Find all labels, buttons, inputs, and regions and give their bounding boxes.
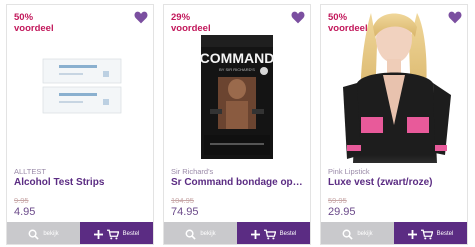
heart-icon[interactable] — [134, 11, 148, 24]
plus-icon — [93, 229, 103, 239]
plus-icon — [407, 229, 417, 239]
order-label: Bestel — [122, 231, 140, 237]
order-button[interactable]: Bestel — [80, 222, 153, 244]
heart-icon[interactable] — [448, 11, 462, 24]
discount-label: voordeel — [171, 23, 211, 34]
view-label: bekijk — [200, 231, 216, 237]
discount-label: voordeel — [14, 23, 54, 34]
order-label: Bestel — [436, 231, 454, 237]
discount-label: voordeel — [328, 23, 368, 34]
price: 4.95 — [14, 206, 36, 218]
order-button[interactable]: Bestel — [394, 222, 467, 244]
heart-icon[interactable] — [291, 11, 305, 24]
discount-badge: 50% voordeel — [14, 12, 54, 34]
product-brand: Pink Lipstick — [328, 167, 370, 176]
product-brand: Sir Richard's — [171, 167, 214, 176]
product-title[interactable]: Luxe vest (zwart/roze) — [328, 177, 464, 188]
order-label: Bestel — [279, 231, 297, 237]
discount-badge: 50% voordeel — [328, 12, 368, 34]
product-title[interactable]: Alcohol Test Strips — [14, 177, 150, 188]
svg-text:COMMAND: COMMAND — [200, 50, 275, 66]
cart-icon — [420, 229, 433, 239]
search-icon — [185, 229, 196, 240]
product-card[interactable]: COMMAND BY SIR RICHARD'S 29% voordeel Si… — [163, 4, 311, 245]
product-card[interactable]: 50% voordeel ALLTEST Alcohol Test Strips… — [6, 4, 154, 245]
view-label: bekijk — [43, 231, 59, 237]
product-card[interactable]: 50% voordeel Pink Lipstick Luxe vest (zw… — [320, 4, 468, 245]
old-price: 104.95 — [171, 196, 194, 205]
product-title[interactable]: Sr Command bondage ophanging — [171, 177, 307, 188]
search-icon — [342, 229, 353, 240]
cart-icon — [263, 229, 276, 239]
search-icon — [28, 229, 39, 240]
view-label: bekijk — [357, 231, 373, 237]
view-button[interactable]: bekijk — [164, 222, 237, 244]
discount-badge: 29% voordeel — [171, 12, 211, 34]
view-button[interactable]: bekijk — [321, 222, 394, 244]
view-button[interactable]: bekijk — [7, 222, 80, 244]
price: 74.95 — [171, 206, 199, 218]
plus-icon — [250, 229, 260, 239]
svg-text:BY SIR RICHARD'S: BY SIR RICHARD'S — [219, 67, 255, 72]
order-button[interactable]: Bestel — [237, 222, 310, 244]
old-price: 59.95 — [328, 196, 347, 205]
price: 29.95 — [328, 206, 356, 218]
product-brand: ALLTEST — [14, 167, 46, 176]
old-price: 9.95 — [14, 196, 29, 205]
cart-icon — [106, 229, 119, 239]
